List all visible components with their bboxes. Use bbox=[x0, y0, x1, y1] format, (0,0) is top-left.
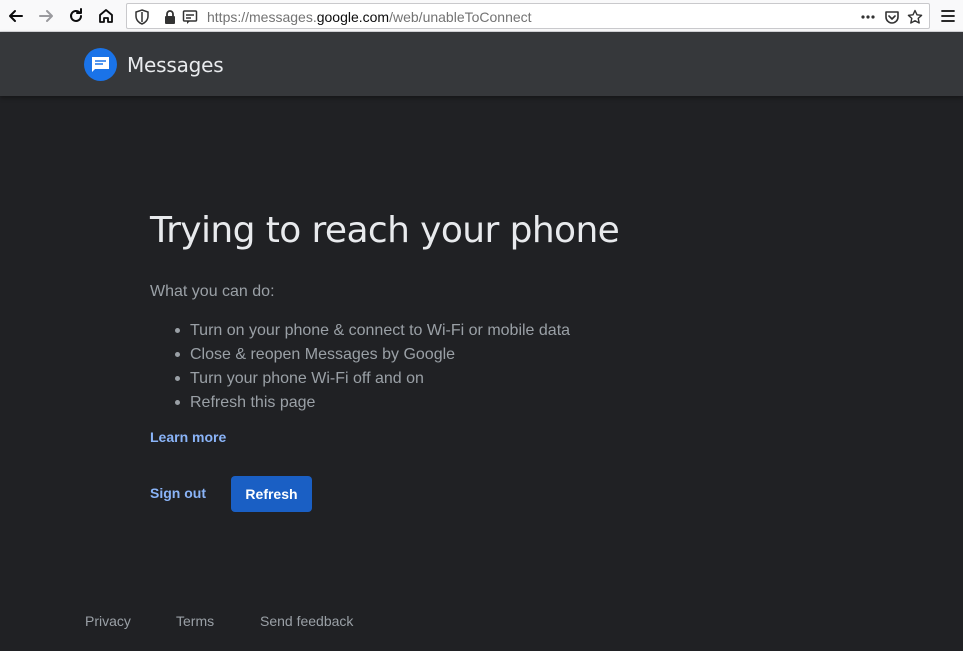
browser-toolbar: https://messages.google.com/web/unableTo… bbox=[0, 0, 963, 32]
shield-icon[interactable] bbox=[133, 8, 151, 26]
subheading: What you can do: bbox=[150, 283, 275, 300]
back-icon[interactable] bbox=[4, 4, 28, 28]
list-item: Turn your phone Wi-Fi off and on bbox=[175, 370, 570, 394]
sign-out-button[interactable]: Sign out bbox=[150, 485, 206, 501]
bullet-icon bbox=[175, 328, 180, 333]
privacy-link[interactable]: Privacy bbox=[85, 613, 131, 629]
bullet-icon bbox=[175, 400, 180, 405]
pocket-icon[interactable] bbox=[883, 8, 901, 26]
bullet-icon bbox=[175, 352, 180, 357]
tip-text: Refresh this page bbox=[190, 394, 316, 411]
tip-text: Turn your phone Wi-Fi off and on bbox=[190, 370, 424, 387]
menu-icon[interactable] bbox=[936, 4, 960, 28]
list-item: Close & reopen Messages by Google bbox=[175, 346, 570, 370]
url-path: /web/unableToConnect bbox=[389, 9, 532, 25]
tip-text: Close & reopen Messages by Google bbox=[190, 346, 456, 363]
bullet-icon bbox=[175, 376, 180, 381]
tip-text: Turn on your phone & connect to Wi-Fi or… bbox=[190, 322, 571, 339]
app-title: Messages bbox=[127, 53, 224, 77]
lock-icon[interactable] bbox=[161, 8, 179, 26]
bookmark-star-icon[interactable] bbox=[906, 8, 924, 26]
url-prefix: https://messages. bbox=[207, 9, 317, 25]
list-item: Turn on your phone & connect to Wi-Fi or… bbox=[175, 322, 571, 346]
forward-icon[interactable] bbox=[34, 4, 58, 28]
learn-more-link[interactable]: Learn more bbox=[150, 429, 226, 445]
list-item: Refresh this page bbox=[175, 394, 570, 418]
permissions-icon[interactable] bbox=[181, 8, 199, 26]
app-header: Messages bbox=[0, 32, 963, 96]
reload-icon[interactable] bbox=[64, 4, 88, 28]
url-bar[interactable]: https://messages.google.com/web/unableTo… bbox=[126, 3, 930, 29]
terms-link[interactable]: Terms bbox=[176, 613, 214, 629]
url-text[interactable]: https://messages.google.com/web/unableTo… bbox=[207, 9, 532, 25]
page-actions-icon[interactable] bbox=[859, 8, 877, 26]
messages-logo-icon bbox=[84, 48, 117, 81]
refresh-button[interactable]: Refresh bbox=[231, 476, 312, 512]
send-feedback-link[interactable]: Send feedback bbox=[260, 613, 353, 629]
tips-list: Turn on your phone & connect to Wi-Fi or… bbox=[175, 322, 571, 418]
home-icon[interactable] bbox=[94, 4, 118, 28]
url-domain: google.com bbox=[316, 9, 390, 25]
page-title: Trying to reach your phone bbox=[150, 210, 620, 251]
